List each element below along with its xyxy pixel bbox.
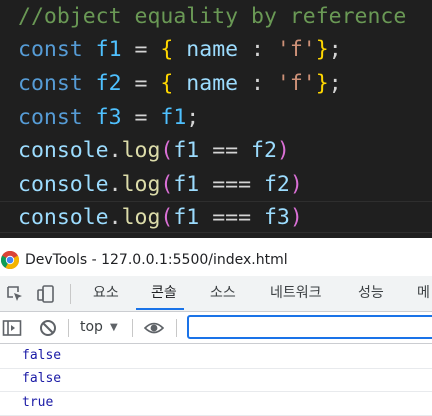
device-toolbar-icon[interactable] [36,284,56,304]
code-token: f2 [95,71,122,96]
code-token: f1 [160,105,187,130]
code-token: //object equality by reference [18,4,407,29]
tab-performance[interactable]: 성능 [358,276,384,311]
code-token: 'f' [276,71,316,96]
code-token: f1 [173,138,200,163]
code-token: const [18,105,96,130]
toolbar-separator [132,319,133,337]
devtools-tabbar: 요소 콘솔 소스 네트워크 성능 메 [0,276,432,312]
code-token: name [173,37,252,62]
tab-separator [70,284,71,304]
code-token: f1 [95,37,122,62]
code-token: ; [328,37,342,62]
console-value: true [22,395,54,410]
console-value: false [22,371,62,386]
code-token: ; [186,105,200,130]
code-token: = [121,105,161,130]
code-token: . [108,205,122,230]
code-token: : [251,71,277,96]
code-token: 'f' [276,37,316,62]
code-token: console [18,138,109,163]
code-token: == [199,138,252,163]
tab-elements[interactable]: 요소 [93,276,119,311]
active-tab-indicator [136,308,184,310]
code-line: const f2 = { name : 'f'}; [18,67,342,101]
code-token: . [108,172,122,197]
sidebar-toggle-icon[interactable] [2,318,22,338]
code-token: f3 [95,105,122,130]
code-token: const [18,37,96,62]
window-title: DevTools - 127.0.0.1:5500/index.html [25,251,288,268]
code-token: === [199,205,264,230]
dropdown-arrow-icon[interactable]: ▼ [110,312,118,343]
code-line: const f3 = f1; [18,101,199,135]
tab-network[interactable]: 네트워크 [270,276,322,311]
code-token: = [121,37,161,62]
inspect-element-icon[interactable] [5,284,25,304]
code-token: } [315,71,329,96]
code-token: f2 [263,172,290,197]
console-message: false [0,367,432,392]
code-token: const [18,71,96,96]
code-token: === [199,172,264,197]
code-token: } [315,37,329,62]
toolbar-separator [68,319,69,337]
live-expression-eye-icon[interactable] [144,318,164,338]
console-message: true [0,391,432,416]
code-editor[interactable]: //object equality by reference const f1 =… [0,0,432,238]
code-token: : [251,37,277,62]
code-line: const f1 = { name : 'f'}; [18,33,342,67]
clear-console-icon[interactable] [38,318,58,338]
code-token: { [160,37,174,62]
code-token: log [121,138,161,163]
devtools-titlebar: DevTools - 127.0.0.1:5500/index.html [0,244,432,275]
context-selector[interactable]: top [80,312,103,343]
code-line: console.log(f1 == f2) [18,134,290,168]
code-line: console.log(f1 === f2) [18,168,303,202]
code-token: console [18,172,109,197]
code-token: ) [276,138,290,163]
console-value: false [22,348,62,363]
tab-sources[interactable]: 소스 [210,276,236,311]
code-token: ; [328,71,342,96]
code-token: f3 [263,205,290,230]
code-token: f1 [173,172,200,197]
tab-memory[interactable]: 메 [417,276,430,311]
code-token: ) [289,205,303,230]
code-line: console.log(f1 === f3) [18,201,303,235]
code-token: console [18,205,109,230]
toolbar-separator [176,319,177,337]
code-token: f1 [173,205,200,230]
code-token: ( [160,172,174,197]
code-token: log [121,205,161,230]
code-token: log [121,172,161,197]
code-token: { [160,71,174,96]
code-token: ( [160,138,174,163]
tab-console[interactable]: 콘솔 [151,276,177,311]
code-token: name [173,71,252,96]
code-token: ) [289,172,303,197]
code-token: = [121,71,161,96]
code-token: f2 [251,138,277,163]
console-message: false [0,344,432,369]
console-toolbar: top ▼ [0,312,432,344]
code-line: //object equality by reference [18,0,406,34]
chrome-logo-icon [1,250,19,269]
console-filter-input[interactable] [187,315,432,339]
code-token: . [108,138,122,163]
code-token: ( [160,205,174,230]
